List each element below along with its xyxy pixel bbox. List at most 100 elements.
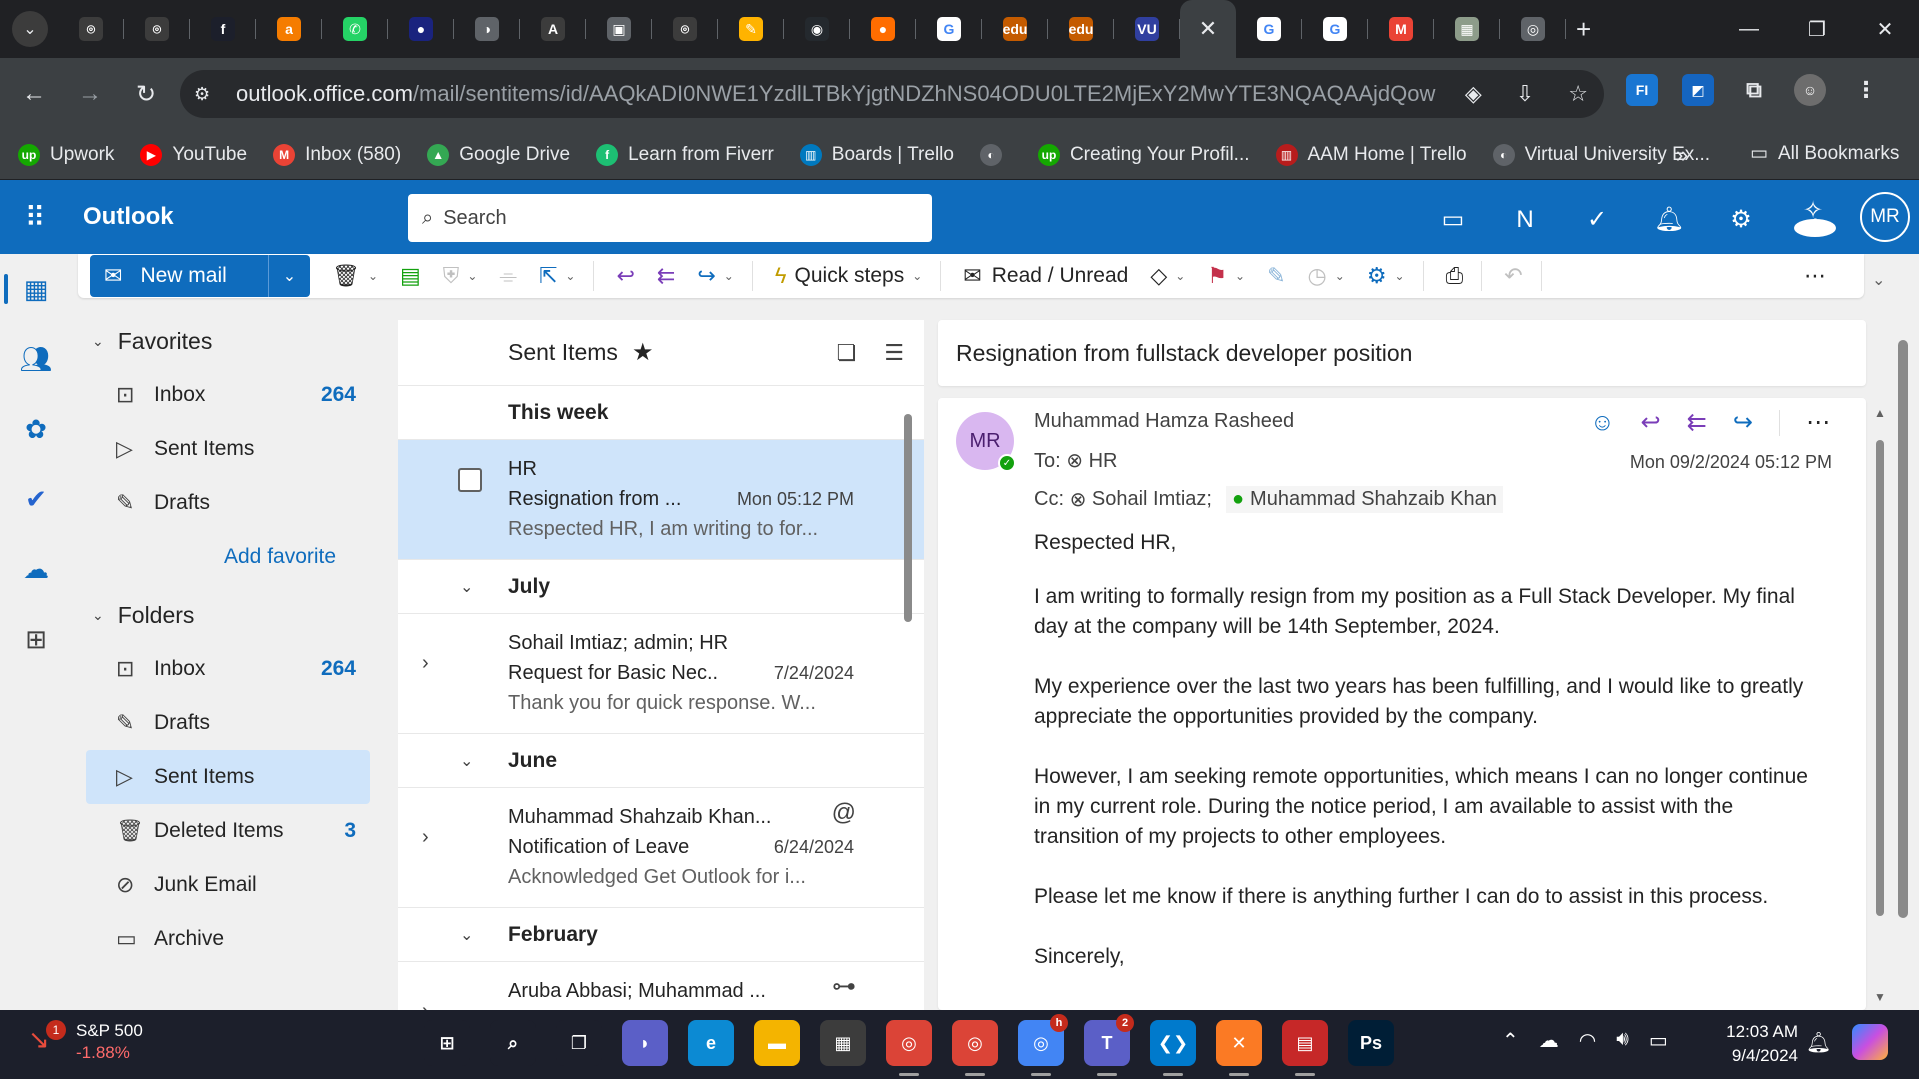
profile-avatar-icon[interactable]: ☺ (1794, 74, 1826, 106)
browser-tab[interactable]: VU (1114, 0, 1180, 58)
vscode-icon[interactable]: ❮❯ (1150, 1020, 1196, 1076)
open-in-app-icon[interactable]: ⇩ (1516, 81, 1534, 107)
browser-tab[interactable]: G (916, 0, 982, 58)
archive-button[interactable]: ▤ (400, 263, 421, 289)
clock[interactable]: 12:03 AM 9/4/2024 (1716, 1020, 1798, 1068)
tips-lightbulb-icon[interactable]: ✧ 1 (1792, 196, 1836, 243)
sender-name[interactable]: Muhammad Hamza Rasheed (1034, 410, 1294, 433)
more-apps-icon[interactable]: ⊞ (0, 604, 72, 674)
chrome-icon[interactable]: ◎ (886, 1020, 932, 1076)
report-button[interactable]: ⛨ ⌄ (443, 263, 478, 289)
new-tab-icon[interactable]: + (1576, 14, 1591, 45)
meet-now-icon[interactable]: ▭ (1432, 205, 1474, 234)
my-day-icon[interactable]: ✓ (1576, 205, 1618, 234)
to-recipient[interactable]: HR (1089, 450, 1118, 472)
all-bookmarks-button[interactable]: ▭ All Bookmarks (1750, 142, 1899, 165)
chevron-right-icon[interactable]: › (422, 648, 429, 678)
bookmark-item[interactable]: M Inbox (580) (273, 143, 401, 166)
ribbon-collapse-icon[interactable]: ⌄ (1872, 270, 1885, 290)
folders-header[interactable]: ⌄ Folders (72, 588, 376, 642)
address-bar[interactable]: ⚙ outlook.office.com/mail/sentitems/id/A… (180, 70, 1604, 118)
browser-tab[interactable]: edu (1048, 0, 1114, 58)
sender-avatar[interactable]: MR ✓ (956, 412, 1016, 472)
volume-icon[interactable]: 🔊︎ (1616, 1028, 1629, 1053)
rules-button[interactable]: ⚙ ⌄ (1367, 263, 1405, 289)
folder-item-sent-items[interactable]: ▷ Sent Items (86, 422, 370, 476)
sweep-button[interactable]: ⌯ (499, 263, 517, 289)
group-header[interactable]: ⌄ February (398, 908, 924, 962)
browser-tab[interactable]: G (1302, 0, 1368, 58)
print-button[interactable]: ⎙ (1446, 263, 1464, 289)
extension-fi-icon[interactable]: FI (1626, 74, 1658, 106)
read-unread-button[interactable]: ✉ Read / Unread (963, 263, 1128, 289)
folder-item-inbox[interactable]: ⊡ Inbox 264 (86, 368, 370, 422)
browser-tab[interactable]: ⌾ (58, 0, 124, 58)
folder-item-drafts[interactable]: ✎ Drafts (86, 476, 370, 530)
wifi-icon[interactable]: ◠ (1579, 1028, 1596, 1053)
xampp-icon[interactable]: ✕ (1216, 1020, 1262, 1076)
browser-tab[interactable]: a (256, 0, 322, 58)
filter-icon[interactable]: ☰ (884, 340, 904, 366)
close-tab-icon[interactable]: ✕ (1199, 16, 1217, 42)
scroll-down-arrow-icon[interactable]: ▼ (1874, 990, 1886, 1004)
stock-widget[interactable]: ↘ 1 S&P 500 -1.88% (28, 1020, 143, 1064)
quick-steps-button[interactable]: ϟ Quick steps ⌄ (775, 263, 922, 289)
group-header[interactable]: This week (398, 386, 924, 440)
pin-button[interactable]: ✎ (1267, 263, 1285, 289)
teams-icon[interactable]: T2 (1084, 1014, 1134, 1076)
url-text[interactable]: outlook.office.com/mail/sentitems/id/AAQ… (236, 81, 1436, 107)
onedrive-icon[interactable]: ☁ (0, 534, 72, 604)
delete-button[interactable]: 🗑︎ ⌄ (332, 263, 378, 289)
chrome-menu-icon[interactable]: ⋮ (1850, 74, 1882, 106)
outlook-brand[interactable]: Outlook (83, 203, 174, 231)
chevron-right-icon[interactable]: › (422, 996, 429, 1010)
message-list-scrollbar[interactable] (904, 414, 912, 622)
extension-blue-icon[interactable]: ◩ (1682, 74, 1714, 106)
group-header[interactable]: ⌄ June (398, 734, 924, 788)
search-box[interactable]: ⌕ Search (408, 194, 932, 242)
snooze-button[interactable]: ◷ ⌄ (1308, 263, 1345, 289)
chevron-right-icon[interactable]: › (422, 822, 429, 852)
back-icon[interactable]: ← (12, 72, 56, 116)
reload-icon[interactable]: ↻ (124, 72, 168, 116)
folder-item-drafts[interactable]: ✎ Drafts (86, 696, 370, 750)
folder-item-inbox[interactable]: ⊡ Inbox 264 (86, 642, 370, 696)
search-icon[interactable]: ⌕ (490, 1020, 536, 1066)
windows-start-icon[interactable]: ⊞ (424, 1020, 470, 1066)
more-actions-icon[interactable]: ⋯ (1806, 408, 1830, 437)
browser-tab[interactable]: G (1236, 0, 1302, 58)
browser-tab[interactable]: edu (982, 0, 1048, 58)
folder-item-archive[interactable]: ▭ Archive (86, 912, 370, 966)
bookmark-item[interactable]: ▥ AAM Home | Trello (1275, 143, 1467, 166)
chrome-h-icon[interactable]: ◎ h (1018, 1014, 1068, 1076)
bookmark-item[interactable]: ▥ Boards | Trello (799, 143, 954, 166)
move-to-button[interactable]: ⇱ ⌄ (539, 263, 576, 289)
notepad-icon[interactable]: ▤ (1282, 1020, 1328, 1076)
file-explorer-icon[interactable]: ▬ (754, 1020, 800, 1066)
reading-pane-scrollbar[interactable] (1876, 440, 1884, 916)
copilot-icon[interactable] (1852, 1024, 1888, 1060)
undo-button[interactable]: ↶ (1504, 263, 1522, 289)
flag-button[interactable]: ⚑ ⌄ (1207, 263, 1245, 289)
forward-icon[interactable]: ↪ (1733, 408, 1753, 437)
meet-icon[interactable]: ◗ (622, 1020, 668, 1066)
notification-bell-icon[interactable]: 🔔︎ (1806, 1030, 1831, 1055)
notifications-bell-icon[interactable]: 🔔︎ (1648, 205, 1690, 234)
chrome-profile-icon[interactable]: ◎ (952, 1020, 998, 1076)
reply-button[interactable]: ↩ (616, 263, 634, 289)
folder-item-junk-email[interactable]: ⊘ Junk Email (86, 858, 370, 912)
message-item[interactable]: › Muhammad Shahzaib Khan... @ Notification … (398, 788, 924, 908)
groups-icon[interactable]: ✿ (0, 394, 72, 464)
message-item[interactable]: HR Resignation from ... Mon 05:12 PM Respec… (398, 440, 924, 560)
cc-recipient-2-chip[interactable]: ● Muhammad Shahzaib Khan (1225, 486, 1503, 513)
message-item[interactable]: › Sohail Imtiaz; admin; HR Request for Bas… (398, 614, 924, 734)
bookmark-item[interactable]: ◐ (979, 143, 1012, 166)
active-tab[interactable]: ✕ (1180, 0, 1236, 58)
message-item[interactable]: › Aruba Abbasi; Muhammad ... ⊶ (398, 962, 924, 1010)
browser-tab[interactable]: ▣ (586, 0, 652, 58)
minimize-icon[interactable]: — (1715, 0, 1783, 58)
browser-tab[interactable]: ✎ (718, 0, 784, 58)
page-scrollbar[interactable] (1898, 340, 1908, 918)
new-mail-button[interactable]: ✉ New mail (90, 255, 268, 297)
bookmark-item[interactable]: up Upwork (18, 143, 114, 166)
